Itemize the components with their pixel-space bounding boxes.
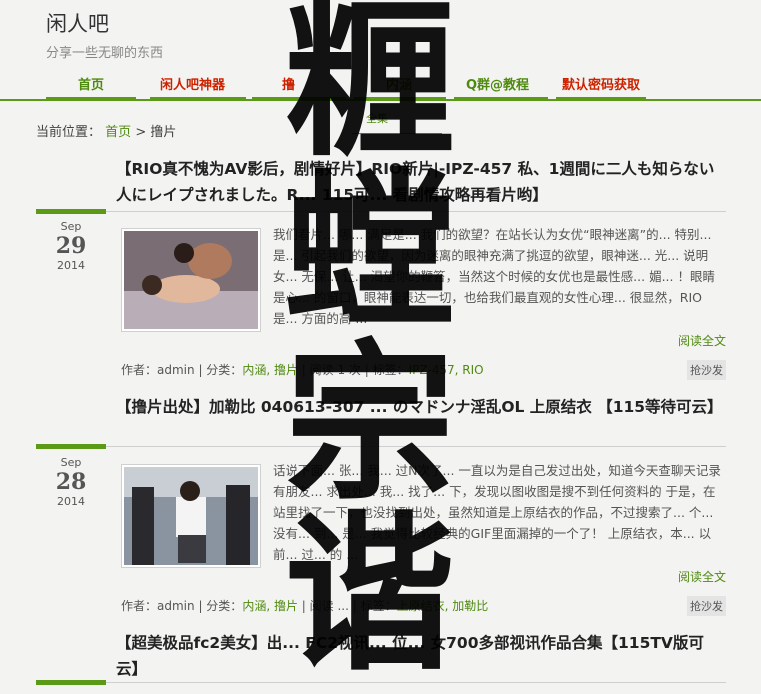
meta-author: admin [157,599,195,613]
breadcrumb-prefix: 当前位置： [36,125,102,140]
comment-sofa-button[interactable]: 抢沙发 [687,360,726,380]
nav-divider [0,99,761,101]
read-more-link[interactable]: 阅读全文 [678,332,726,349]
post-date: Sep 29 2014 [36,220,106,272]
meta-tag-label: 标签： [372,363,409,377]
post-meta: 作者：admin | 分类：内涵, 撸片 | 阅读 1 次 | 标签：IPZ-4… [121,363,484,377]
meta-reads: 阅读 ... [309,599,349,613]
post-thumbnail[interactable] [121,228,261,332]
nav-item-lu[interactable]: 撸 [282,74,295,93]
nav-item-tools[interactable]: 闲人吧神器 [160,74,225,93]
post-divider [106,211,726,212]
post-title-link[interactable]: 【超美极品fc2美女】出... FC2视讯... 位... 女700多部视讯作品… [116,630,726,682]
post-date: Sep 28 2014 [36,456,106,508]
nav-item-qq-tutorial[interactable]: Q群@教程 [466,74,529,93]
post-green-bar [36,680,106,685]
post-excerpt: 话说下面... 张... 我... 过N次了... 一直以为是自己发过出处，知道… [273,463,721,562]
meta-reads: 阅读 1 次 [309,363,361,377]
meta-category-label: 分类： [206,599,243,613]
post-meta: 作者：admin | 分类：内涵, 撸片 | 阅读 ... | 标签：上原结衣,… [121,599,489,613]
breadcrumb: 当前位置： 首页 > 撸片 [36,121,176,140]
post-title-link[interactable]: 【撸片出处】加勒比 040613-307 ... のマドンナ淫乱OL 上原结衣 … [116,394,726,420]
meta-category-label: 分类： [206,363,243,377]
post-date-day: 28 [55,469,87,495]
comment-sofa-button[interactable]: 抢沙发 [687,596,726,616]
post-divider [106,682,726,683]
post-date-year: 2014 [57,495,85,508]
thumbnail-image [124,231,258,329]
post-date-year: 2014 [57,259,85,272]
nav-item-neihan[interactable]: 内涵 [386,74,412,93]
post-thumbnail[interactable] [121,464,261,568]
post-excerpt: 我们看片... 哪... 满足是... 我们的欲望？在站长认为女优“眼神迷离”的… [273,227,715,326]
thumbnail-image [124,467,258,565]
post-date-day: 29 [55,233,87,259]
tab-underline [352,133,442,134]
meta-category-links[interactable]: 内涵, 撸片 [242,363,298,377]
read-more-link[interactable]: 阅读全文 [678,568,726,585]
post-date-month: Sep [60,220,82,233]
post-green-bar [36,444,106,449]
breadcrumb-home-link[interactable]: 首页 [105,125,131,140]
post-green-bar [36,209,106,214]
post-item: 【超美极品fc2美女】出... FC2视讯... 位... 女700多部视讯作品… [36,630,726,692]
site-subtitle: 分享一些无聊的东西 [46,46,164,61]
meta-author-label: 作者： [121,599,158,613]
post-title-link[interactable]: 【RIO真不愧为AV影后，剧情好片】RIO新片|-IPZ-457 私、1週間に二… [116,156,726,208]
nav-item-home[interactable]: 首页 [78,74,104,93]
meta-tag-label: 标签： [360,599,397,613]
nav-item-password[interactable]: 默认密码获取 [562,74,640,93]
breadcrumb-current: 撸片 [150,125,177,140]
meta-author: admin [157,363,195,377]
breadcrumb-separator: > [135,125,147,140]
post-date-month: Sep [60,456,82,469]
meta-author-label: 作者： [121,363,158,377]
site-title[interactable]: 闲人吧 [46,8,109,38]
main-nav: 首页 闲人吧神器 撸 内涵 Q群@教程 默认密码获取 [0,64,761,100]
meta-tag-links[interactable]: IPZ-457, RIO [409,363,484,377]
meta-tag-links[interactable]: 上原结衣, 加勒比 [397,599,489,613]
tab-all[interactable]: 全集 [366,110,388,126]
post-divider [106,446,726,447]
post-item: 【RIO真不愧为AV影后，剧情好片】RIO新片|-IPZ-457 私、1週間に二… [36,156,726,381]
post-item: 【撸片出处】加勒比 040613-307 ... のマドンナ淫乱OL 上原结衣 … [36,394,726,619]
meta-category-links[interactable]: 内涵, 撸片 [242,599,298,613]
